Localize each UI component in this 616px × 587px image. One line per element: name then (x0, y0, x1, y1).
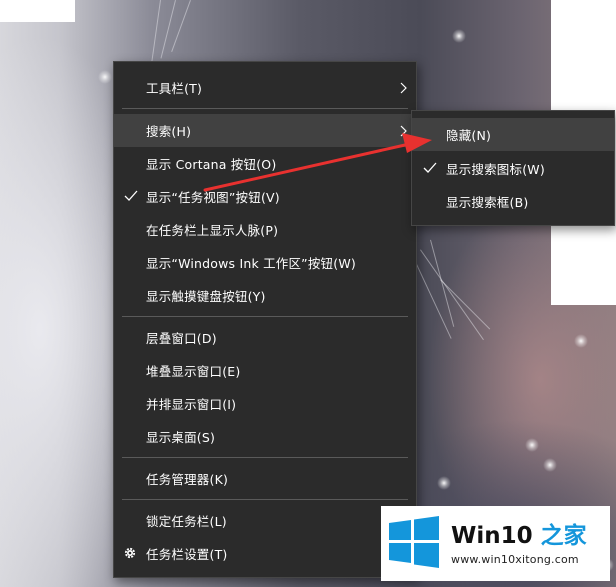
watermark-url: www.win10xitong.com (451, 553, 579, 566)
menu-item-show-windows-ink[interactable]: 显示“Windows Ink 工作区”按钮(W) (114, 246, 416, 279)
menu-item-label: 显示触摸键盘按钮(Y) (146, 289, 266, 304)
menu-item-label: 任务管理器(K) (146, 472, 229, 487)
menu-item-label: 显示搜索框(B) (446, 195, 529, 210)
snow-sparkle (98, 70, 112, 84)
snow-sparkle (574, 334, 588, 348)
menu-item-task-manager[interactable]: 任务管理器(K) (114, 462, 416, 495)
menu-item-label: 工具栏(T) (146, 81, 203, 96)
background-window-top (0, 0, 75, 22)
menu-item-search[interactable]: 搜索(H) (114, 114, 416, 147)
menu-item-show-desktop[interactable]: 显示桌面(S) (114, 420, 416, 453)
menu-item-label: 隐藏(N) (446, 128, 492, 143)
menu-item-label: 显示“Windows Ink 工作区”按钮(W) (146, 256, 356, 271)
checkmark-icon (423, 162, 437, 173)
snow-sparkle (452, 29, 466, 43)
menu-item-show-cortana[interactable]: 显示 Cortana 按钮(O) (114, 147, 416, 180)
submenu-item-show-search-icon[interactable]: 显示搜索图标(W) (412, 152, 614, 185)
windows-logo-icon (389, 516, 439, 568)
chevron-right-icon (400, 82, 407, 94)
submenu-item-hide[interactable]: 隐藏(N) (412, 118, 614, 151)
menu-item-lock-taskbar[interactable]: 锁定任务栏(L) (114, 504, 416, 537)
snow-sparkle (543, 458, 557, 472)
menu-item-label: 任务栏设置(T) (146, 547, 228, 562)
gear-icon (124, 547, 136, 559)
menu-item-cascade-windows[interactable]: 层叠窗口(D) (114, 321, 416, 354)
watermark-brand-prefix: Win10 (451, 523, 533, 549)
menu-item-label: 锁定任务栏(L) (146, 514, 227, 529)
menu-item-label: 显示桌面(S) (146, 430, 216, 445)
checkmark-icon (124, 190, 138, 201)
menu-item-label: 堆叠显示窗口(E) (146, 364, 241, 379)
menu-item-taskbar-settings[interactable]: 任务栏设置(T) (114, 537, 416, 570)
menu-item-show-task-view[interactable]: 显示“任务视图”按钮(V) (114, 180, 416, 213)
menu-item-label: 搜索(H) (146, 124, 192, 139)
menu-item-label: 显示“任务视图”按钮(V) (146, 190, 280, 205)
menu-item-label: 显示搜索图标(W) (446, 162, 545, 177)
menu-item-label: 并排显示窗口(I) (146, 397, 237, 412)
menu-item-show-touch-keyboard[interactable]: 显示触摸键盘按钮(Y) (114, 279, 416, 312)
snow-sparkle (525, 438, 539, 452)
chevron-right-icon (400, 125, 407, 137)
menu-item-toolbars[interactable]: 工具栏(T) (114, 71, 416, 104)
menu-item-show-people[interactable]: 在任务栏上显示人脉(P) (114, 213, 416, 246)
menu-item-side-by-side-windows[interactable]: 并排显示窗口(I) (114, 387, 416, 420)
watermark-brand: Win10 之家 (451, 516, 587, 550)
snow-sparkle (437, 476, 451, 490)
menu-item-label: 在任务栏上显示人脉(P) (146, 223, 279, 238)
taskbar-context-menu: 工具栏(T) 搜索(H) 显示 Cortana 按钮(O) 显示“任务视图”按钮… (113, 61, 417, 578)
watermark-brand-suffix: 之家 (540, 523, 587, 549)
menu-item-label: 显示 Cortana 按钮(O) (146, 157, 277, 172)
search-submenu: 隐藏(N) 显示搜索图标(W) 显示搜索框(B) (411, 110, 615, 226)
watermark-badge: Win10 之家 www.win10xitong.com (381, 506, 610, 581)
submenu-item-show-search-box[interactable]: 显示搜索框(B) (412, 185, 614, 218)
menu-item-stack-windows[interactable]: 堆叠显示窗口(E) (114, 354, 416, 387)
menu-item-label: 层叠窗口(D) (146, 331, 217, 346)
